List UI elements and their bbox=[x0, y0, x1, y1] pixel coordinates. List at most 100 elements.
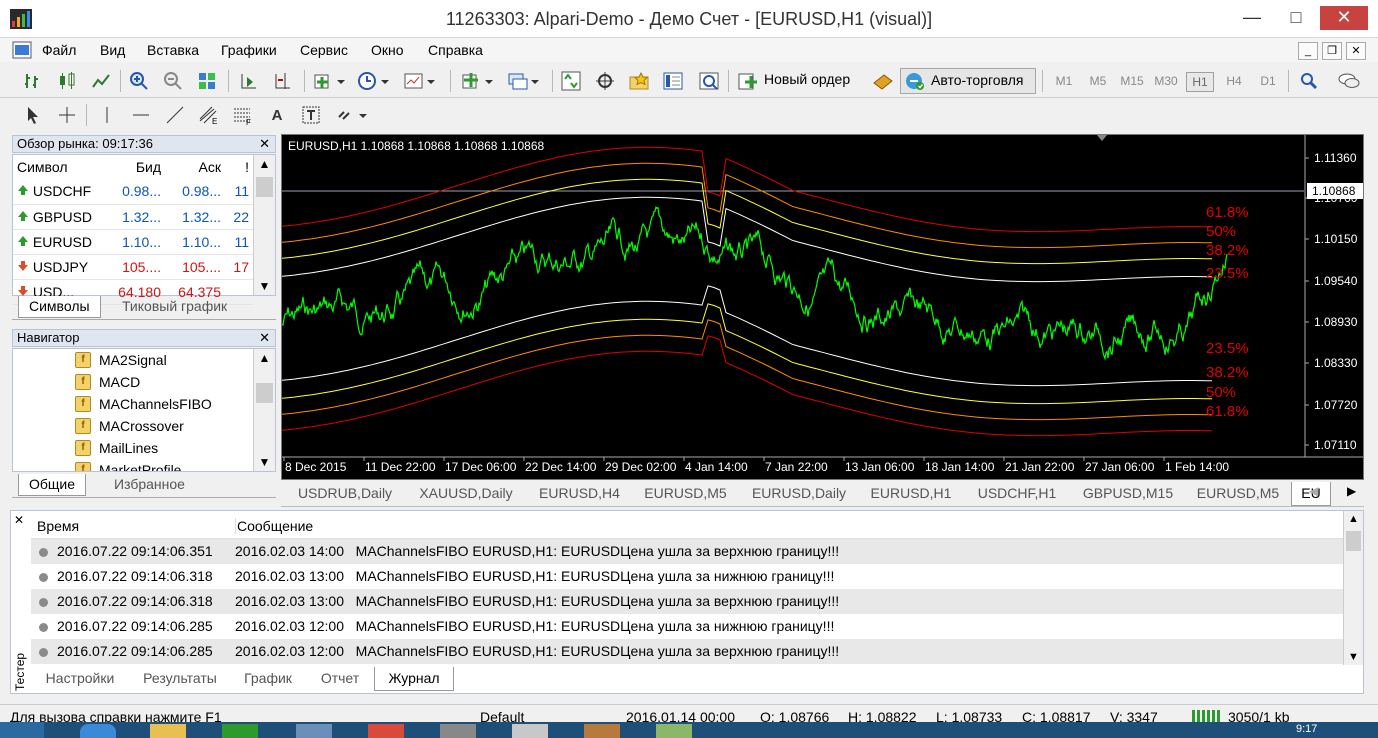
tester-tab[interactable]: Журнал bbox=[374, 667, 454, 691]
app5-taskbar-icon[interactable] bbox=[512, 724, 548, 738]
log-row[interactable]: 2016.07.22 09:14:06.285 2016.02.03 12:00 … bbox=[31, 639, 1343, 664]
chart-tab[interactable]: USDRUB,Daily bbox=[285, 482, 405, 506]
navigator-scrollbar[interactable]: ▲ ▼ bbox=[253, 349, 275, 471]
tabs-left-arrow-icon[interactable]: ◀ bbox=[1309, 484, 1318, 498]
fibonacci-icon[interactable]: F bbox=[230, 102, 256, 128]
vertical-line-icon[interactable] bbox=[94, 102, 120, 128]
ie-taskbar-icon[interactable] bbox=[80, 724, 116, 738]
menu-help[interactable]: Справка bbox=[428, 42, 483, 58]
new-chart-icon[interactable] bbox=[458, 68, 498, 94]
tile-windows-icon[interactable] bbox=[194, 68, 220, 94]
app4-taskbar-icon[interactable] bbox=[440, 724, 476, 738]
navigator-item[interactable]: f MACrossover bbox=[13, 415, 275, 437]
start-button[interactable] bbox=[0, 722, 44, 738]
maximize-button[interactable]: □ bbox=[1276, 6, 1316, 30]
tf-m5[interactable]: M5 bbox=[1084, 72, 1112, 92]
col-message[interactable]: Сообщение bbox=[235, 518, 313, 534]
market-watch-row[interactable]: USDCHF 0.98... 0.98... 11 bbox=[13, 179, 253, 205]
new-order-button[interactable]: Новый ордер bbox=[736, 68, 864, 94]
templates-icon[interactable] bbox=[400, 68, 440, 94]
chart-tab[interactable]: EURUSD,H4 bbox=[527, 482, 632, 506]
zoom-in-icon[interactable] bbox=[126, 68, 152, 94]
zoom-out-icon[interactable] bbox=[160, 68, 186, 94]
crosshair-icon[interactable] bbox=[54, 102, 80, 128]
chart-tab[interactable]: EURUSD,M5 bbox=[1185, 482, 1291, 506]
menu-charts[interactable]: Графики bbox=[221, 42, 277, 58]
tf-m30[interactable]: M30 bbox=[1152, 72, 1180, 92]
metaeditor-icon[interactable] bbox=[870, 68, 896, 94]
col-ask[interactable]: Аск bbox=[165, 155, 225, 179]
app-taskbar-icon[interactable] bbox=[222, 724, 258, 738]
mdi-restore-button[interactable]: ❐ bbox=[1322, 42, 1342, 60]
tab-symbols[interactable]: Символы bbox=[18, 296, 101, 318]
autoscroll-icon[interactable] bbox=[236, 68, 262, 94]
tf-h4[interactable]: H4 bbox=[1220, 72, 1248, 92]
bar-chart-icon[interactable] bbox=[20, 68, 46, 94]
menu-window[interactable]: Окно bbox=[371, 42, 404, 58]
app6-taskbar-icon[interactable] bbox=[584, 724, 620, 738]
navigator-item[interactable]: f MailLines bbox=[13, 437, 275, 459]
channel-icon[interactable]: E bbox=[196, 102, 222, 128]
close-button[interactable]: ✕ bbox=[1320, 6, 1368, 30]
market-watch-row[interactable]: EURUSD 1.10... 1.10... 11 bbox=[13, 229, 253, 255]
arrows-dropdown-icon[interactable] bbox=[334, 102, 370, 128]
tester-tab[interactable]: Настройки bbox=[30, 667, 130, 691]
col-spread[interactable]: ! bbox=[225, 155, 253, 179]
chart-shift-icon[interactable] bbox=[270, 68, 296, 94]
market-watch-scrollbar[interactable]: ▲ ▼ bbox=[253, 155, 275, 295]
menu-file[interactable]: Файл bbox=[42, 42, 76, 58]
tab-tick-chart[interactable]: Тиковый график bbox=[112, 296, 237, 318]
strategy-tester-icon[interactable] bbox=[696, 68, 722, 94]
mdi-minimize-button[interactable]: _ bbox=[1298, 42, 1318, 60]
menu-insert[interactable]: Вставка bbox=[147, 42, 199, 58]
chart-tab[interactable]: EURUSD,Daily bbox=[739, 482, 859, 506]
app7-taskbar-icon[interactable] bbox=[656, 724, 692, 738]
menu-tools[interactable]: Сервис bbox=[300, 42, 348, 58]
periods-icon[interactable] bbox=[354, 68, 394, 94]
text-label-icon[interactable] bbox=[298, 102, 324, 128]
indicators-icon[interactable] bbox=[310, 68, 350, 94]
data-window-icon[interactable] bbox=[592, 68, 618, 94]
col-bid[interactable]: Бид bbox=[105, 155, 165, 179]
chart-tab[interactable]: EURUSD,M5 bbox=[632, 482, 739, 506]
mdi-close-button[interactable]: ✕ bbox=[1346, 42, 1366, 60]
market-watch-close-icon[interactable]: ✕ bbox=[259, 136, 270, 152]
tf-h1[interactable]: H1 bbox=[1186, 72, 1214, 92]
explorer-taskbar-icon[interactable] bbox=[150, 724, 186, 738]
line-chart-icon[interactable] bbox=[88, 68, 114, 94]
log-row[interactable]: 2016.07.22 09:14:06.285 2016.02.03 12:00 … bbox=[31, 614, 1343, 639]
cursor-icon[interactable] bbox=[20, 102, 46, 128]
app2-taskbar-icon[interactable] bbox=[296, 724, 332, 738]
navigator-icon[interactable] bbox=[626, 68, 652, 94]
navigator-item[interactable]: f MA2Signal bbox=[13, 349, 275, 371]
tab-common[interactable]: Общие bbox=[18, 474, 87, 496]
market-watch-row[interactable]: USDJPY 105.... 105.... 17 bbox=[13, 254, 253, 280]
chat-icon[interactable] bbox=[1336, 68, 1362, 94]
horizontal-line-icon[interactable] bbox=[128, 102, 154, 128]
tester-tab[interactable]: График bbox=[230, 667, 306, 691]
log-row[interactable]: 2016.07.22 09:14:06.318 2016.02.03 13:00 … bbox=[31, 589, 1343, 614]
tabs-right-arrow-icon[interactable]: ▶ bbox=[1347, 484, 1356, 498]
chart-tab[interactable]: GBPUSD,M15 bbox=[1071, 482, 1185, 506]
navigator-item[interactable]: f MAChannelsFIBO bbox=[13, 393, 275, 415]
navigator-item[interactable]: f MarketProfile bbox=[13, 459, 275, 471]
tf-d1[interactable]: D1 bbox=[1254, 72, 1282, 92]
chart-tab[interactable]: EURUSD,H1 bbox=[859, 482, 963, 506]
navigator-item[interactable]: f MACD bbox=[13, 371, 275, 393]
col-time[interactable]: Время bbox=[37, 518, 79, 534]
log-row[interactable]: 2016.07.22 09:14:06.351 2016.02.03 14:00 … bbox=[31, 539, 1343, 564]
chart-tab[interactable]: XAUUSD,Daily bbox=[405, 482, 527, 506]
tester-tab[interactable]: Отчет bbox=[306, 667, 374, 691]
col-symbol[interactable]: Символ bbox=[13, 155, 105, 179]
autotrading-button[interactable]: Авто-торговля bbox=[900, 68, 1036, 94]
price-chart[interactable]: EURUSD,H1 1.10868 1.10868 1.10868 1.1086… bbox=[282, 135, 1363, 479]
chart-window[interactable]: EURUSD,H1 1.10868 1.10868 1.10868 1.1086… bbox=[281, 134, 1364, 480]
chart-tab[interactable]: USDCHF,H1 bbox=[963, 482, 1071, 506]
app3-taskbar-icon[interactable] bbox=[368, 724, 404, 738]
candlestick-icon[interactable] bbox=[54, 68, 80, 94]
tester-close-icon[interactable]: ✕ bbox=[14, 513, 24, 527]
tester-tab[interactable]: Результаты bbox=[130, 667, 230, 691]
terminal-icon[interactable] bbox=[660, 68, 686, 94]
text-tool-icon[interactable]: A bbox=[264, 102, 290, 128]
menu-view[interactable]: Вид bbox=[100, 42, 125, 58]
